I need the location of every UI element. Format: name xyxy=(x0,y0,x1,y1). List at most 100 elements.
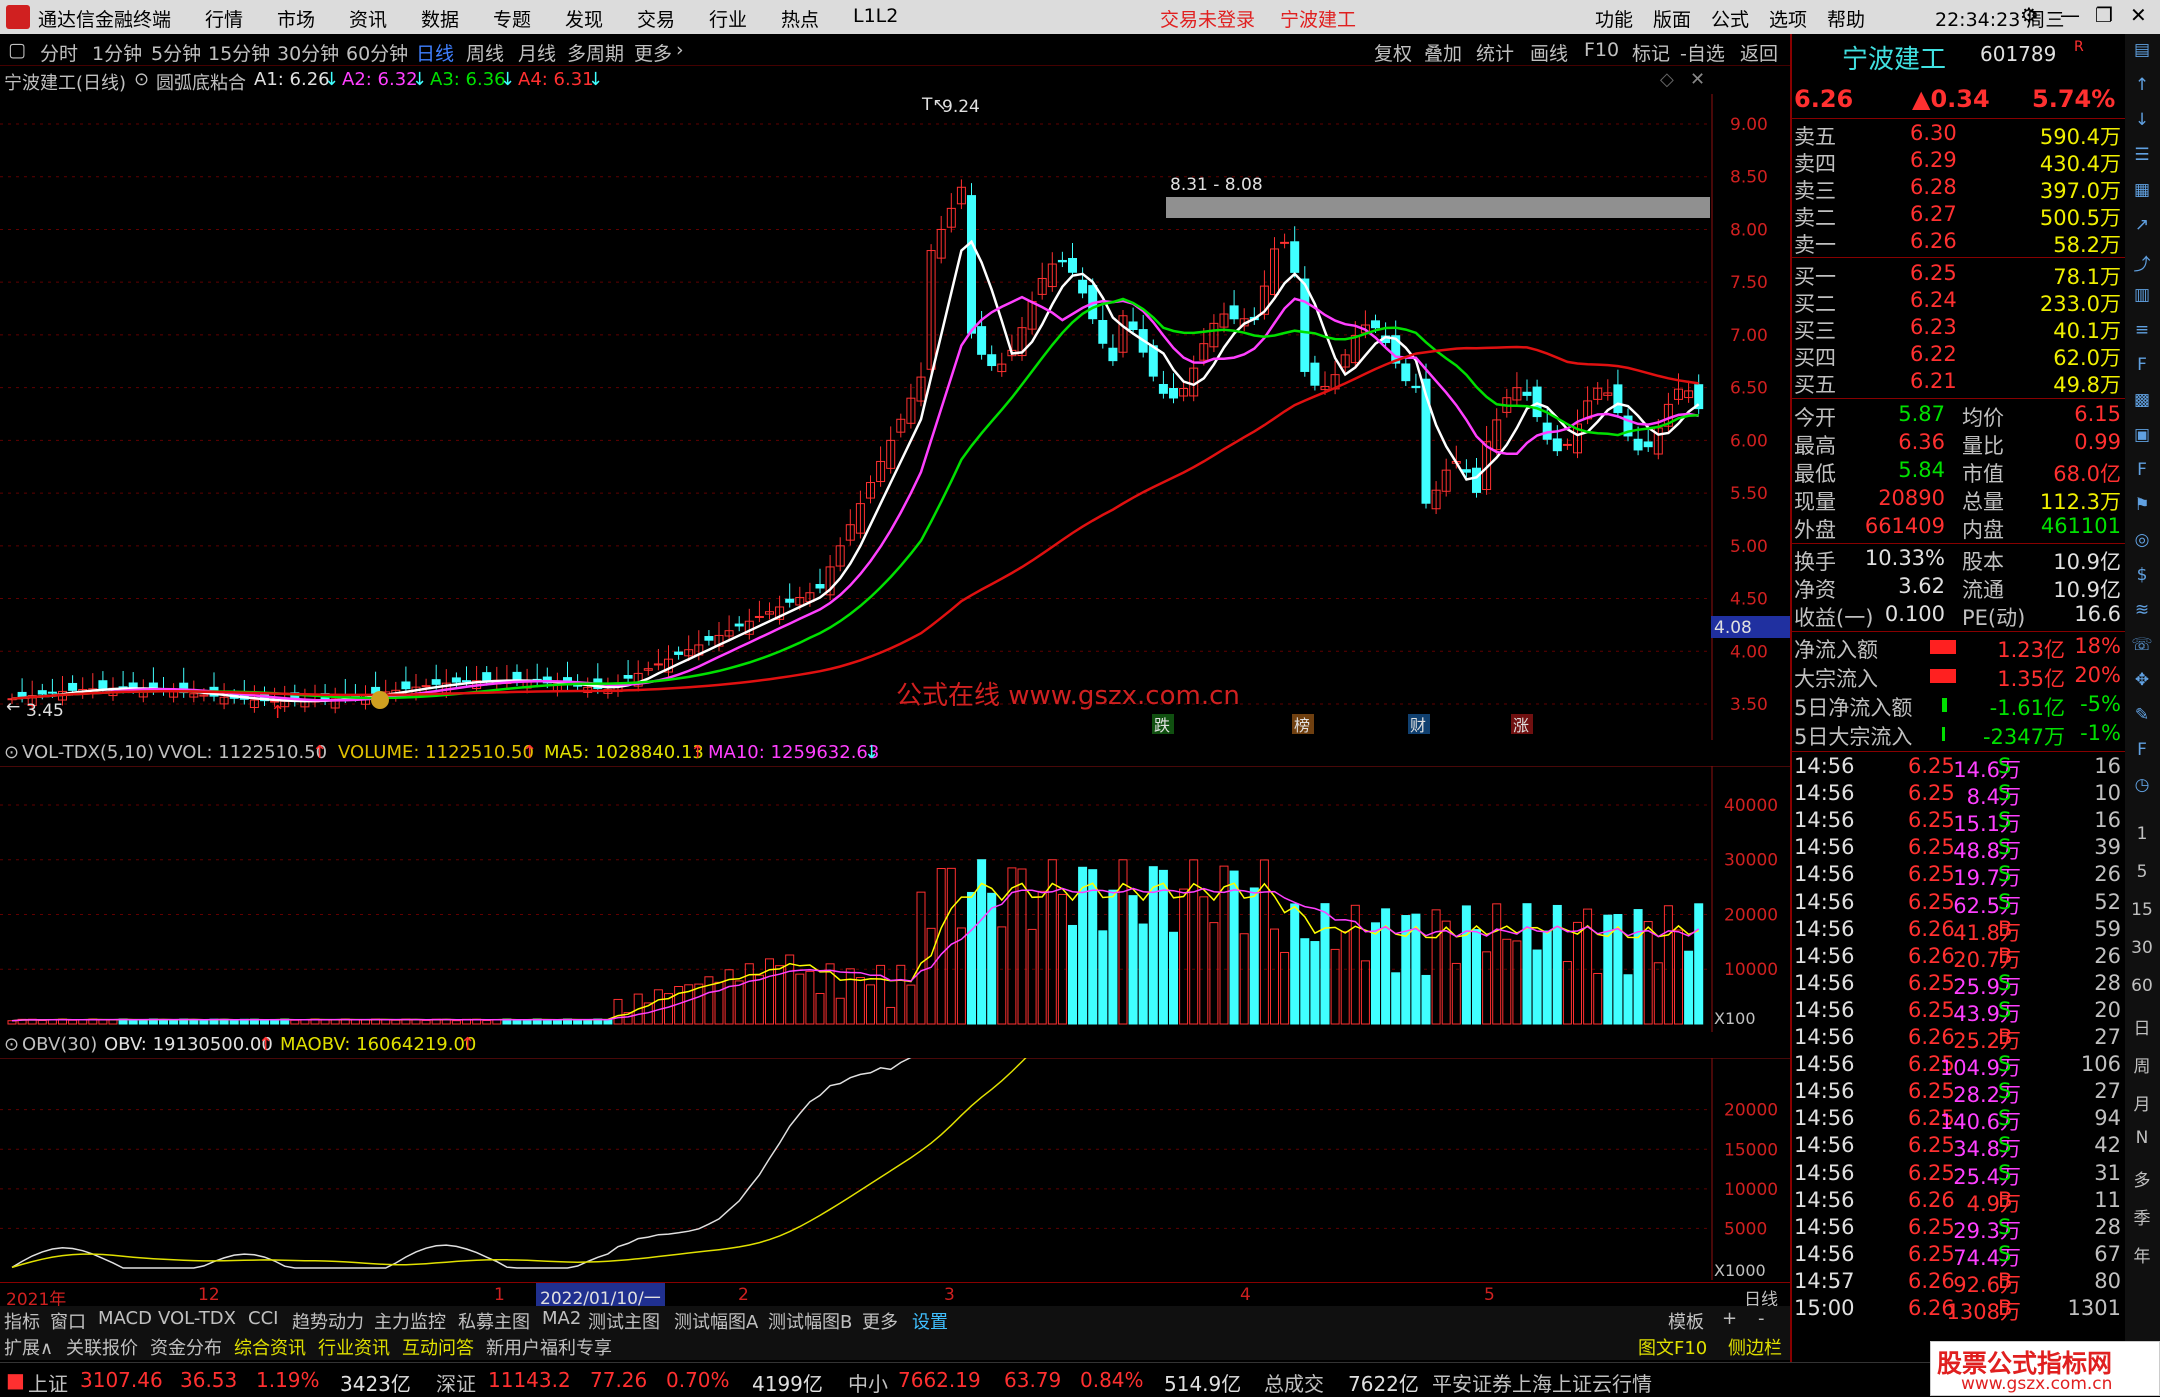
toolbar-button[interactable]: 画线 xyxy=(1530,39,1568,66)
menu-item[interactable]: 发现 xyxy=(565,5,637,32)
indicator-tab[interactable]: MACD xyxy=(98,1308,152,1329)
event-marker[interactable]: 榜 xyxy=(1292,714,1314,735)
formula-name[interactable]: 圆弧底粘合 xyxy=(156,69,246,95)
template-button[interactable]: 模板 xyxy=(1668,1308,1704,1334)
menu-item[interactable]: 选项 xyxy=(1769,5,1827,32)
period-tab-active[interactable]: 日线 xyxy=(416,39,454,66)
extension-tab[interactable]: 新用户福利专享 xyxy=(486,1334,612,1360)
side-period-button[interactable]: 5 xyxy=(2129,862,2155,882)
menu-item[interactable]: 资讯 xyxy=(349,5,421,32)
indicator-tab[interactable]: 指标 xyxy=(4,1308,40,1334)
indicator-tab[interactable]: VOL-TDX xyxy=(158,1308,236,1329)
toolbar-button[interactable]: F10 xyxy=(1584,39,1619,61)
event-marker[interactable]: 跌 xyxy=(1152,714,1174,735)
list-icon[interactable]: ☰ xyxy=(2131,145,2153,167)
chevron-right-icon[interactable]: › xyxy=(676,39,684,61)
indicator-tab[interactable]: MA2 xyxy=(542,1308,581,1329)
sz-index-label[interactable]: 深证 xyxy=(436,1368,476,1397)
clock-icon[interactable]: ◷ xyxy=(2131,775,2153,797)
period-tab[interactable]: 1分钟 xyxy=(92,39,142,66)
add-pane-button[interactable]: + xyxy=(1722,1308,1737,1329)
menu-item[interactable]: 热点 xyxy=(781,5,853,32)
money-icon[interactable]: $ xyxy=(2131,565,2153,587)
sh-index-label[interactable]: 上证 xyxy=(28,1368,68,1397)
money-bag-icon[interactable] xyxy=(371,691,389,709)
minimize-icon[interactable]: — xyxy=(2060,3,2080,27)
doc-icon[interactable]: ▣ xyxy=(2131,425,2153,447)
toggle-icon[interactable]: ⊙ xyxy=(4,1034,19,1055)
book-icon[interactable]: ▤ xyxy=(2131,40,2153,62)
period-tab[interactable]: 周线 xyxy=(466,39,504,66)
volume-indicator-name[interactable]: VOL-TDX(5,10) xyxy=(22,742,154,763)
close-icon[interactable]: ✕ xyxy=(2130,3,2147,27)
period-tab[interactable]: 15分钟 xyxy=(208,39,270,66)
kline-chart[interactable]: 9.00 8.50 8.00 7.50 7.00 6.50 6.00 5.50 5.00 4.50… xyxy=(0,94,1790,740)
indicator-tab[interactable]: 测试主图 xyxy=(588,1308,660,1334)
period-tab[interactable]: 分时 xyxy=(40,39,78,66)
menu-item[interactable]: 专题 xyxy=(493,5,565,32)
indicator-tab[interactable]: CCI xyxy=(248,1308,278,1329)
flag-icon[interactable]: ⚑ xyxy=(2131,495,2153,517)
rss-icon[interactable]: ≋ xyxy=(2131,600,2153,622)
chart-icon[interactable]: ↗ xyxy=(2131,215,2153,237)
indicator-tab[interactable]: 趋势动力 xyxy=(292,1308,364,1334)
menu-item[interactable]: 市场 xyxy=(277,5,349,32)
pen-icon[interactable]: ✎ xyxy=(2131,705,2153,727)
table-icon[interactable]: ▩ xyxy=(2131,390,2153,412)
menu-item[interactable]: 版面 xyxy=(1653,5,1711,32)
menu-item[interactable]: 数据 xyxy=(421,5,493,32)
period-tab[interactable]: 30分钟 xyxy=(277,39,339,66)
target-icon[interactable]: ◎ xyxy=(2131,530,2153,552)
restore-icon[interactable]: ❐ xyxy=(2095,3,2113,27)
broker-label[interactable]: 平安证券上海上证云行情 xyxy=(1432,1368,1652,1397)
up-icon[interactable]: ↑ xyxy=(2131,75,2153,97)
extension-tab[interactable]: 扩展∧ xyxy=(4,1334,53,1360)
side-period-button[interactable]: 月 xyxy=(2129,1090,2155,1115)
menu-item[interactable]: 功能 xyxy=(1595,5,1653,32)
event-marker[interactable]: 财 xyxy=(1408,714,1430,735)
obv-chart[interactable]: 20000 15000 10000 5000 X1000 xyxy=(0,1058,1790,1280)
close-icon[interactable]: ✕ xyxy=(1690,69,1705,90)
period-tab[interactable]: 多周期 xyxy=(567,39,624,66)
settings-tab[interactable]: 设置 xyxy=(912,1308,948,1334)
menu-item[interactable]: 行情 xyxy=(205,5,277,32)
side-period-button[interactable]: 15 xyxy=(2129,900,2155,920)
toggle-icon[interactable]: ⊙ xyxy=(134,69,149,90)
extension-tab[interactable]: 资金分布 xyxy=(150,1334,222,1360)
side-period-button[interactable]: 多 xyxy=(2129,1166,2155,1191)
indicator-tab[interactable]: 测试幅图B xyxy=(768,1308,852,1334)
menu-icon[interactable]: ≡ xyxy=(2131,320,2153,342)
side-period-button[interactable]: N xyxy=(2129,1128,2155,1148)
grid-icon[interactable]: ▦ xyxy=(2131,180,2153,202)
phone-icon[interactable]: ☏ xyxy=(2131,635,2153,657)
diamond-icon[interactable]: ◇ xyxy=(1660,69,1674,90)
side-period-button[interactable]: 1 xyxy=(2129,824,2155,844)
f10-button[interactable]: 图文F10 xyxy=(1638,1334,1707,1360)
toolbar-button[interactable]: 叠加 xyxy=(1424,39,1462,66)
event-marker[interactable]: 涨 xyxy=(1511,714,1533,735)
obv-indicator-name[interactable]: OBV(30) xyxy=(22,1034,97,1055)
volume-chart[interactable]: 40000 30000 20000 10000 X100 xyxy=(0,766,1790,1032)
bars-icon[interactable]: ▥ xyxy=(2131,285,2153,307)
toggle-icon[interactable]: ⊙ xyxy=(4,742,19,763)
f10-icon[interactable]: F xyxy=(2131,355,2153,377)
trade-status[interactable]: 交易未登录 xyxy=(1160,5,1255,32)
menu-item[interactable]: 帮助 xyxy=(1827,5,1885,32)
side-period-button[interactable]: 季 xyxy=(2129,1204,2155,1229)
side-period-button[interactable]: 30 xyxy=(2129,938,2155,958)
extension-tab[interactable]: 互动问答 xyxy=(402,1334,474,1360)
period-toggle-icon[interactable]: ▢ xyxy=(8,39,26,61)
menu-item[interactable]: 公式 xyxy=(1711,5,1769,32)
menu-item[interactable]: 交易 xyxy=(637,5,709,32)
toolbar-button[interactable]: 标记 xyxy=(1632,39,1670,66)
menu-item[interactable]: L1L2 xyxy=(853,5,925,32)
extension-tab[interactable]: 行业资讯 xyxy=(318,1334,390,1360)
indicator-tab[interactable]: 私募主图 xyxy=(458,1308,530,1334)
indicator-tab[interactable]: 测试幅图A xyxy=(674,1308,758,1334)
toolbar-button[interactable]: 返回 xyxy=(1740,39,1778,66)
period-tab[interactable]: 月线 xyxy=(518,39,556,66)
down-icon[interactable]: ↓ xyxy=(2131,110,2153,132)
toolbar-button[interactable]: 统计 xyxy=(1476,39,1514,66)
extension-tab[interactable]: 关联报价 xyxy=(66,1334,138,1360)
indicator-tab[interactable]: 主力监控 xyxy=(374,1308,446,1334)
